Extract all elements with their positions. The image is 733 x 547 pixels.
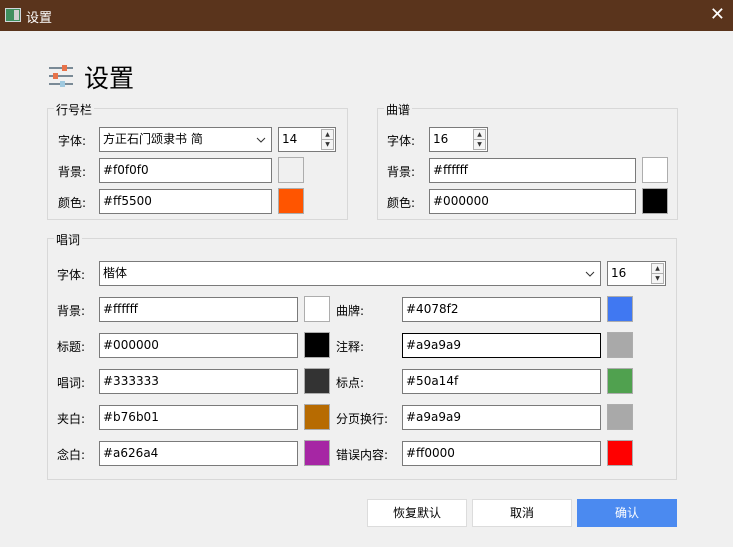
lyrics-font-value: 楷体 — [103, 266, 128, 280]
window-title: 设置 — [26, 11, 53, 26]
settings-sliders-icon — [49, 65, 73, 87]
lyrics-tune-swatch[interactable] — [607, 296, 633, 322]
lyrics-font-size-value: 16 — [611, 266, 627, 280]
close-icon[interactable]: ✕ — [710, 4, 725, 25]
score-color-swatch[interactable] — [642, 188, 668, 214]
lyrics-error-swatch[interactable] — [607, 440, 633, 466]
title-bar: 设置 ✕ — [0, 0, 733, 31]
lyrics-aside-label: 夹白: — [57, 412, 86, 426]
lyrics-pagebreak-swatch[interactable] — [607, 404, 633, 430]
lyrics-tune-label: 曲牌: — [336, 304, 365, 318]
score-color-input[interactable]: #000000 — [429, 189, 636, 214]
line-bar-color-label: 颜色: — [58, 196, 87, 210]
spin-down-icon[interactable]: ▼ — [322, 140, 333, 149]
line-bar-font-size-spinbox[interactable]: 14 ▲ ▼ — [278, 127, 336, 152]
score-font-label: 字体: — [387, 134, 416, 148]
score-font-size-value: 16 — [433, 132, 449, 146]
chevron-down-icon — [585, 271, 595, 277]
line-bar-legend: 行号栏 — [54, 101, 95, 118]
lyrics-bg-swatch[interactable] — [304, 296, 330, 322]
score-bg-input[interactable]: #ffffff — [429, 158, 636, 183]
page-title: 设置 — [84, 64, 135, 93]
app-icon — [5, 8, 21, 22]
line-bar-color-swatch[interactable] — [278, 188, 304, 214]
spin-down-icon[interactable]: ▼ — [652, 274, 663, 283]
lyrics-note-swatch[interactable] — [607, 332, 633, 358]
cancel-button[interactable]: 取消 — [472, 499, 572, 527]
lyrics-font-select[interactable]: 楷体 — [99, 261, 601, 286]
lyrics-title-input[interactable]: #000000 — [99, 333, 298, 358]
lyrics-punct-input[interactable]: #50a14f — [402, 369, 601, 394]
lyrics-title-swatch[interactable] — [304, 332, 330, 358]
spin-buttons: ▲ ▼ — [651, 263, 664, 284]
line-bar-font-label: 字体: — [58, 134, 87, 148]
lyrics-text-input[interactable]: #333333 — [99, 369, 298, 394]
line-bar-font-value: 方正石门颂隶书 简 — [103, 132, 203, 146]
lyrics-pagebreak-input[interactable]: #a9a9a9 — [402, 405, 601, 430]
spin-up-icon[interactable]: ▲ — [652, 264, 663, 274]
lyrics-title-label: 标题: — [57, 340, 86, 354]
spin-down-icon[interactable]: ▼ — [474, 140, 485, 149]
lyrics-recite-label: 念白: — [57, 448, 86, 462]
lyrics-text-swatch[interactable] — [304, 368, 330, 394]
lyrics-punct-label: 标点: — [336, 376, 365, 390]
lyrics-font-size-spinbox[interactable]: 16 ▲ ▼ — [607, 261, 666, 286]
lyrics-pagebreak-label: 分页换行: — [336, 412, 389, 426]
lyrics-aside-input[interactable]: #b76b01 — [99, 405, 298, 430]
chevron-down-icon — [256, 137, 266, 143]
score-legend: 曲谱 — [384, 101, 413, 118]
lyrics-punct-swatch[interactable] — [607, 368, 633, 394]
line-bar-bg-label: 背景: — [58, 165, 87, 179]
lyrics-tune-input[interactable]: #4078f2 — [402, 297, 601, 322]
score-bg-label: 背景: — [387, 165, 416, 179]
lyrics-bg-input[interactable]: #ffffff — [99, 297, 298, 322]
lyrics-note-input[interactable]: #a9a9a9 — [402, 333, 601, 358]
lyrics-font-label: 字体: — [57, 268, 86, 282]
lyrics-text-label: 唱词: — [57, 376, 86, 390]
lyrics-error-label: 错误内容: — [336, 448, 389, 462]
score-color-label: 颜色: — [387, 196, 416, 210]
lyrics-error-input[interactable]: #ff0000 — [402, 441, 601, 466]
restore-defaults-button[interactable]: 恢复默认 — [367, 499, 467, 527]
score-font-size-spinbox[interactable]: 16 ▲ ▼ — [429, 127, 488, 152]
score-bg-swatch[interactable] — [642, 157, 668, 183]
line-bar-bg-input[interactable]: #f0f0f0 — [99, 158, 272, 183]
line-bar-font-select[interactable]: 方正石门颂隶书 简 — [99, 127, 272, 152]
spin-up-icon[interactable]: ▲ — [474, 130, 485, 140]
lyrics-note-label: 注释: — [336, 340, 365, 354]
line-bar-bg-swatch[interactable] — [278, 157, 304, 183]
spin-up-icon[interactable]: ▲ — [322, 130, 333, 140]
lyrics-recite-swatch[interactable] — [304, 440, 330, 466]
lyrics-legend: 唱词 — [54, 231, 83, 248]
lyrics-bg-label: 背景: — [57, 304, 86, 318]
ok-button[interactable]: 确认 — [577, 499, 677, 527]
lyrics-recite-input[interactable]: #a626a4 — [99, 441, 298, 466]
spin-buttons: ▲ ▼ — [321, 129, 334, 150]
line-bar-font-size-value: 14 — [282, 132, 298, 146]
line-bar-color-input[interactable]: #ff5500 — [99, 189, 272, 214]
lyrics-aside-swatch[interactable] — [304, 404, 330, 430]
spin-buttons: ▲ ▼ — [473, 129, 486, 150]
